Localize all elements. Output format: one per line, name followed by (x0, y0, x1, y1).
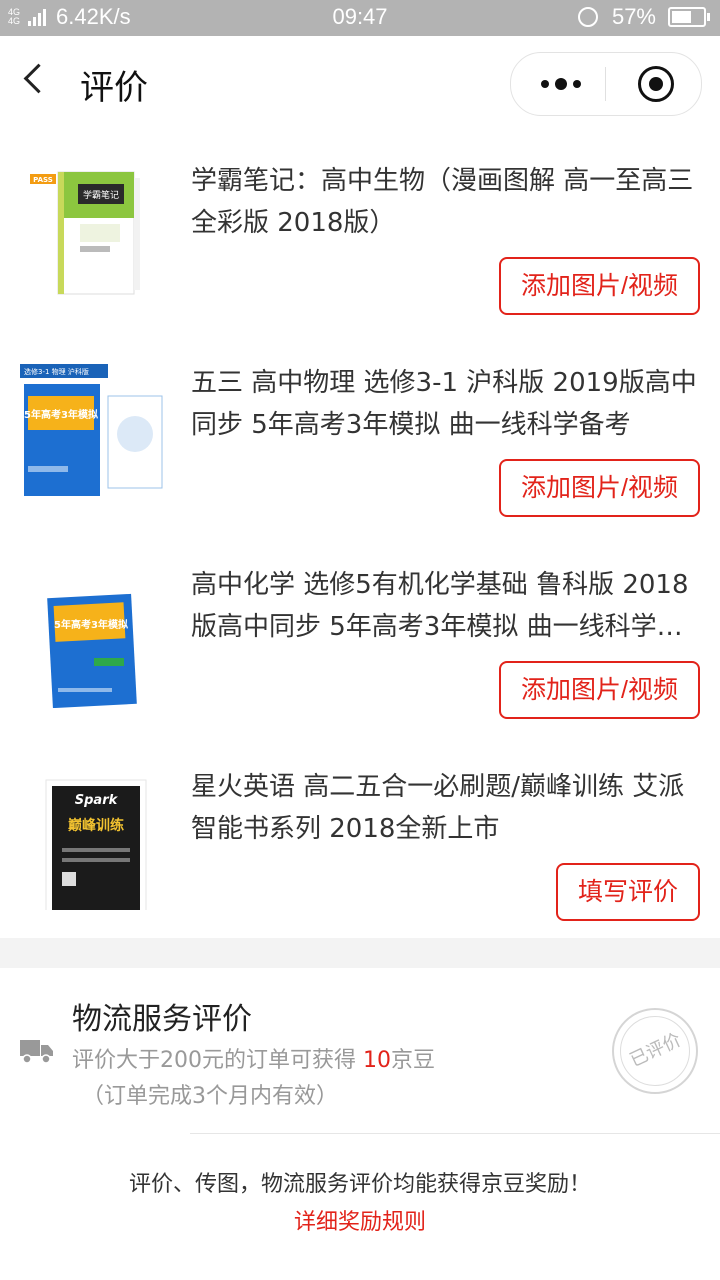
cover-text: 5年高考3年模拟 (54, 618, 128, 631)
product-title: 高中化学 选修5有机化学基础 鲁科版 2018版高中同步 5年高考3年模拟 曲一… (191, 570, 689, 642)
product-title: 星火英语 高二五合一必刷题/巅峰训练 艾派智能书系列 2018全新上市 (191, 772, 685, 844)
battery-percent: 57% (611, 4, 656, 29)
divider (190, 1133, 720, 1134)
reward-info-text: 评价、传图，物流服务评价均能获得京豆奖励！ (128, 1172, 591, 1197)
status-bar: 4G 4G 6.42K/s 09:47 57% (0, 0, 720, 36)
product-image: 5年高考3年模拟 (18, 558, 168, 708)
product-item: 学霸笔记 PASS 学霸笔记：高中生物（漫画图解 高一至高三 全彩版 2018版… (0, 142, 720, 342)
cover-text: 学霸笔记 (83, 189, 119, 201)
write-review-button[interactable]: 填写评价 (555, 863, 700, 921)
product-image: 选修3-1 物理 沪科版 5年高考3年模拟 (18, 356, 168, 506)
product-title: 学霸笔记：高中生物（漫画图解 高一至高三 全彩版 2018版） (191, 166, 694, 238)
logistics-validity-note: （订单完成3个月内有效） (82, 1084, 338, 1109)
nav-bar: 评价 (0, 36, 720, 132)
product-item: Spark 巅峰训练 星火英语 高二五合一必刷题/巅峰训练 艾派智能书系列 20… (0, 748, 720, 948)
reward-desc-text: 评价大于200元的订单可获得 (72, 1048, 363, 1073)
page-title: 评价 (80, 68, 148, 108)
section-divider (0, 938, 720, 968)
product-title: 五三 高中物理 选修3-1 沪科版 2019版高中同步 5年高考3年模拟 曲一线… (191, 368, 697, 440)
more-icon[interactable] (541, 75, 581, 93)
mini-program-capsule (510, 52, 702, 116)
capsule-divider (605, 67, 606, 101)
reward-amount: 10 (363, 1048, 391, 1073)
battery-icon (668, 7, 710, 27)
truck-icon (20, 1040, 53, 1064)
cover-badge: PASS (33, 176, 53, 184)
product-item: 5年高考3年模拟 高中化学 选修5有机化学基础 鲁科版 2018版高中同步 5年… (0, 546, 720, 746)
logistics-title: 物流服务评价 (72, 1002, 252, 1037)
product-item: 选修3-1 物理 沪科版 5年高考3年模拟 五三 高中物理 选修3-1 沪科版 … (0, 344, 720, 544)
add-media-button[interactable]: 添加图片/视频 (499, 459, 700, 517)
cover-badge: 选修3-1 物理 沪科版 (24, 367, 89, 376)
cover-brand: Spark (75, 793, 119, 808)
reward-unit: 京豆 (391, 1048, 436, 1073)
reviewed-stamp-icon: 已评价 (612, 1008, 698, 1094)
close-target-icon[interactable] (638, 66, 674, 102)
back-arrow-icon[interactable] (23, 63, 54, 94)
product-image: Spark 巅峰训练 (18, 760, 168, 910)
add-media-button[interactable]: 添加图片/视频 (499, 661, 700, 719)
product-image: 学霸笔记 PASS (18, 154, 168, 304)
logistics-reward-desc: 评价大于200元的订单可获得 10京豆 (72, 1042, 435, 1074)
reward-rules-link[interactable]: 详细奖励规则 (0, 1204, 720, 1236)
alarm-icon (577, 7, 598, 27)
add-media-button[interactable]: 添加图片/视频 (499, 257, 700, 315)
cover-text: 5年高考3年模拟 (24, 408, 98, 421)
cover-text: 巅峰训练 (68, 817, 124, 834)
